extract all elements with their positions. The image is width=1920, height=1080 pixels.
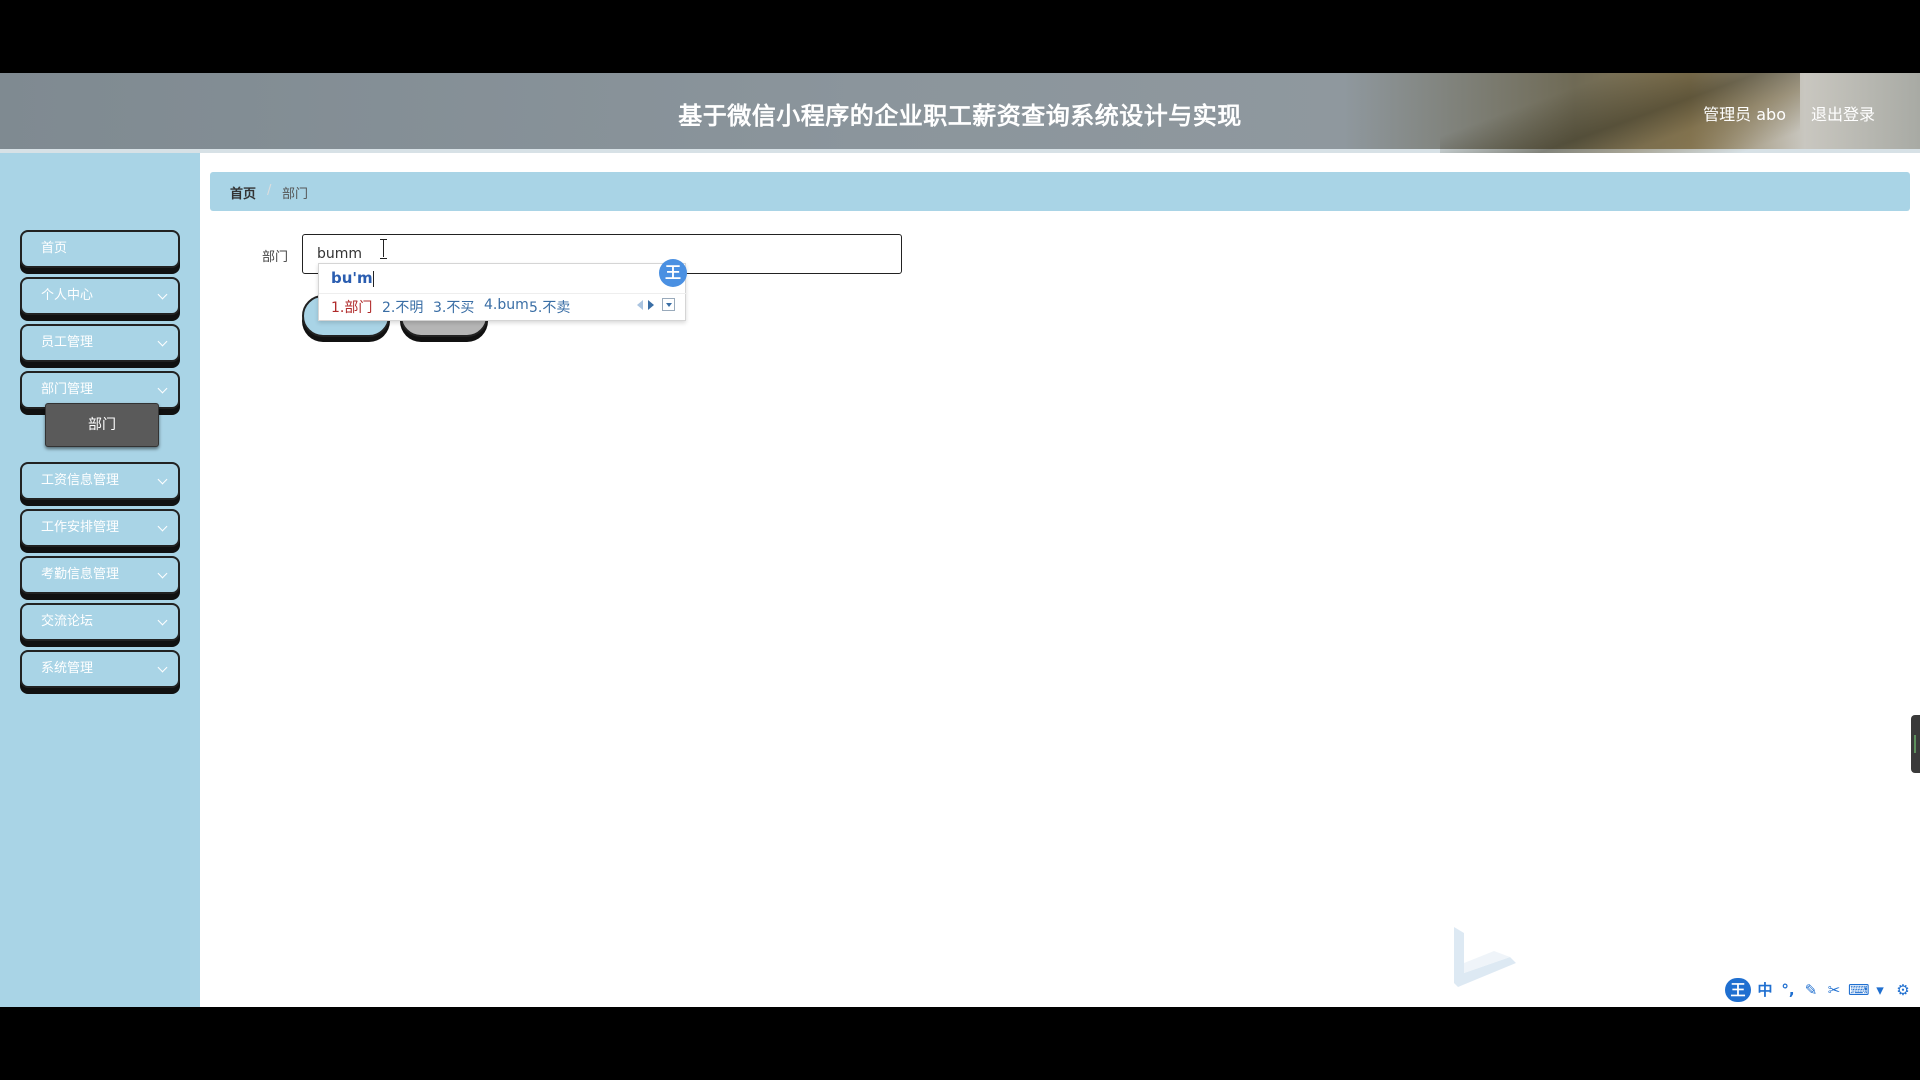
sidebar-item-label: 员工管理 [41, 335, 94, 350]
sidebar-item-label: 系统管理 [41, 661, 94, 676]
ime-status-bar: 王 中 °, ✎ ✂ ⌨ ▾ ⚙ [1720, 977, 1920, 1005]
text-cursor-icon [380, 239, 388, 259]
chinese-mode-icon[interactable]: 中 [1756, 981, 1774, 999]
sidebar-item-label: 考勤信息管理 [41, 567, 120, 582]
ime-logo-icon: 王 [659, 259, 687, 287]
chevron-down-icon [157, 568, 168, 579]
sidebar-item-label: 工资信息管理 [41, 473, 120, 488]
browser-viewport: 基于微信小程序的企业职工薪资查询系统设计与实现 管理员 abo 退出登录 首页 … [0, 73, 1920, 1007]
sidebar-item-forum[interactable]: 交流论坛 [20, 603, 180, 641]
submenu-item-department[interactable]: 部门 [45, 403, 159, 447]
sidebar-item-home[interactable]: 首页 [20, 230, 180, 268]
side-panel-handle[interactable] [1911, 715, 1920, 773]
sidebar-item-personal-center[interactable]: 个人中心 [20, 277, 180, 315]
chevron-down-icon [157, 383, 168, 394]
app-title: 基于微信小程序的企业职工薪资查询系统设计与实现 [678, 102, 1242, 130]
breadcrumb-separator: / [267, 183, 272, 198]
ime-caret [373, 271, 374, 287]
ime-divider [319, 293, 687, 294]
ime-candidate[interactable]: 1.部门 [331, 297, 372, 317]
ime-candidate-popup: bu'm 王 1.部门 2.不明 3.不买 4.bum 5.不卖 [318, 259, 687, 321]
department-field-label: 部门 [262, 250, 289, 265]
watermark-logo-icon [1454, 927, 1516, 987]
shirt-icon[interactable]: ▾ [1871, 981, 1889, 999]
admin-user-label: 管理员 abo [1703, 105, 1786, 124]
ime-composition: bu'm [331, 269, 373, 287]
ime-candidate[interactable]: 2.不明 [382, 297, 423, 317]
sidebar-item-work-schedule[interactable]: 工作安排管理 [20, 509, 180, 547]
ime-prev-page-icon[interactable] [637, 300, 643, 310]
sidebar-item-salary-management[interactable]: 工资信息管理 [20, 462, 180, 500]
sidebar-item-label: 个人中心 [41, 288, 94, 303]
chevron-down-icon [157, 336, 168, 347]
ime-tray-logo-icon[interactable]: 王 [1725, 978, 1751, 1002]
breadcrumb: 首页 / 部门 [210, 172, 1910, 211]
top-header: 基于微信小程序的企业职工薪资查询系统设计与实现 管理员 abo 退出登录 [0, 73, 1920, 153]
sidebar: 首页 个人中心 员工管理 部门管理 部门 工资信息管理 工作安排管理 考勤信息管… [0, 153, 200, 1007]
keyboard-icon[interactable]: ⌨ [1848, 981, 1870, 999]
pen-icon[interactable]: ✎ [1802, 981, 1820, 999]
ime-candidate[interactable]: 4.bum [484, 297, 529, 313]
ime-expand-icon[interactable] [662, 298, 675, 311]
sidebar-item-attendance[interactable]: 考勤信息管理 [20, 556, 180, 594]
ime-candidate[interactable]: 3.不买 [433, 297, 474, 317]
breadcrumb-current: 部门 [282, 187, 309, 202]
chevron-down-icon [157, 521, 168, 532]
sidebar-item-employee-management[interactable]: 员工管理 [20, 324, 180, 362]
sidebar-item-system-management[interactable]: 系统管理 [20, 650, 180, 688]
chevron-down-icon [157, 615, 168, 626]
ime-candidate[interactable]: 5.不卖 [529, 297, 570, 317]
settings-gear-icon[interactable]: ⚙ [1894, 981, 1912, 999]
sidebar-item-label: 部门管理 [41, 382, 94, 397]
ime-next-page-icon[interactable] [648, 300, 654, 310]
chevron-down-icon [157, 474, 168, 485]
chevron-down-icon [157, 662, 168, 673]
logout-link[interactable]: 退出登录 [1811, 101, 1875, 125]
breadcrumb-home[interactable]: 首页 [230, 183, 256, 202]
sidebar-item-label: 首页 [41, 241, 68, 256]
punctuation-icon[interactable]: °, [1779, 981, 1797, 999]
sidebar-item-label: 工作安排管理 [41, 520, 120, 535]
chevron-down-icon [157, 289, 168, 300]
scissors-icon[interactable]: ✂ [1825, 981, 1843, 999]
sidebar-item-label: 交流论坛 [41, 614, 94, 629]
